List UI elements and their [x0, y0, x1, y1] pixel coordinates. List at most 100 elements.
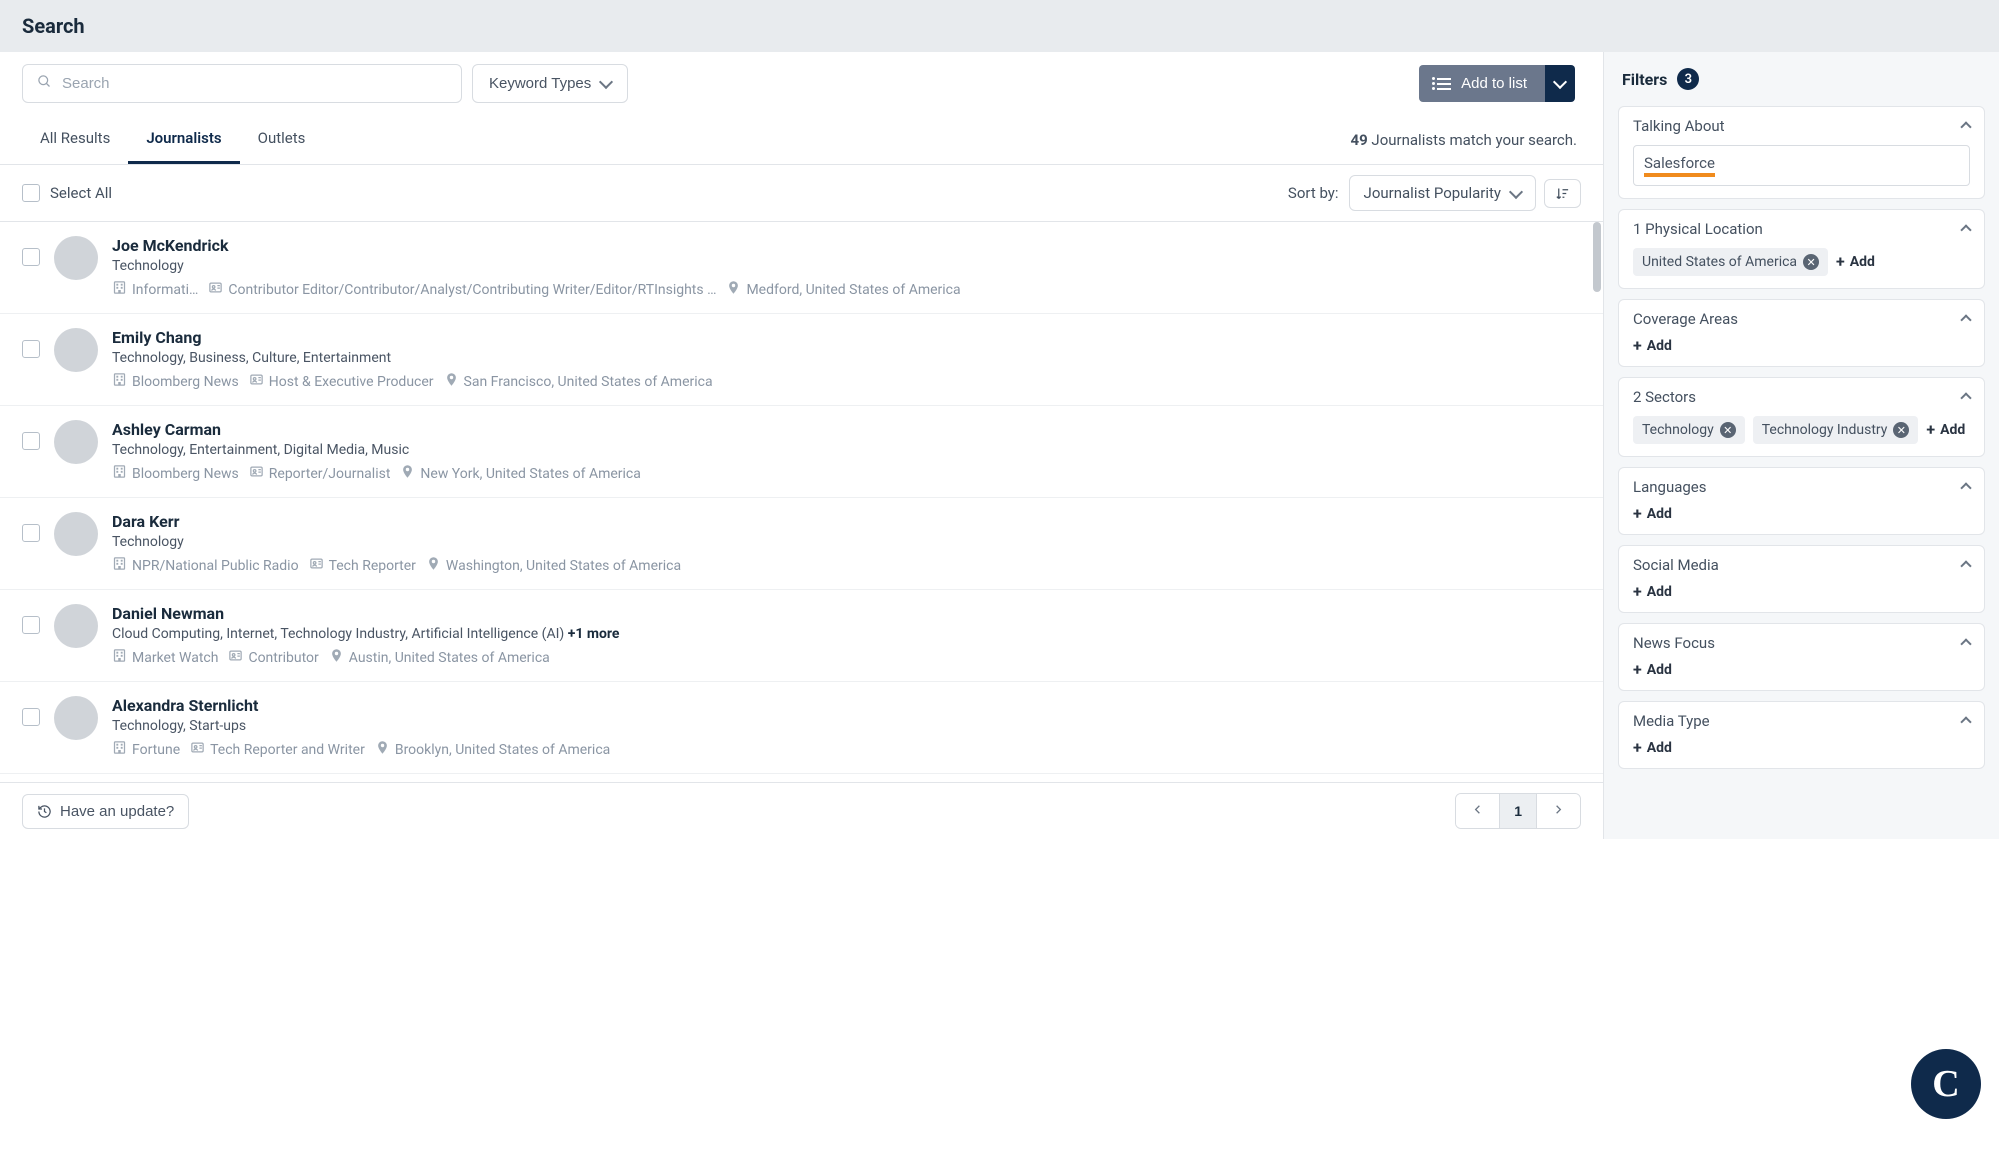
scrollbar[interactable]	[1593, 222, 1601, 292]
more-topics[interactable]: +1 more	[568, 626, 620, 642]
page-prev[interactable]	[1456, 794, 1499, 828]
filter-tag-sector: Technology Industry ✕	[1753, 416, 1919, 444]
page-next[interactable]	[1536, 794, 1580, 828]
journalist-topics: Technology, Entertainment, Digital Media…	[112, 442, 1581, 458]
add-location-button[interactable]: +Add	[1836, 254, 1875, 270]
select-all-checkbox[interactable]	[22, 184, 40, 202]
tab-outlets[interactable]: Outlets	[240, 115, 324, 164]
results-list[interactable]: Joe McKendrickTechnologyInformati…Contri…	[0, 222, 1603, 782]
avatar	[54, 420, 98, 464]
result-checkbox[interactable]	[22, 432, 40, 450]
chevron-up-icon	[1960, 121, 1971, 132]
pin-icon	[400, 464, 415, 483]
result-body: Joe McKendrickTechnologyInformati…Contri…	[112, 236, 1581, 299]
filter-location-header[interactable]: 1 Physical Location	[1619, 210, 1984, 248]
filter-news-focus-header[interactable]: News Focus	[1619, 624, 1984, 662]
result-checkbox[interactable]	[22, 708, 40, 726]
chevron-down-icon	[599, 75, 613, 89]
add-to-list-group: Add to list	[1419, 65, 1575, 102]
journalist-name[interactable]: Joe McKendrick	[112, 236, 1581, 255]
page-header: Search	[0, 0, 1999, 52]
plus-icon: +	[1926, 422, 1935, 438]
filter-news-focus: News Focus +Add	[1618, 623, 1985, 691]
filter-social-header[interactable]: Social Media	[1619, 546, 1984, 584]
chevron-up-icon	[1960, 482, 1971, 493]
result-checkbox[interactable]	[22, 616, 40, 634]
location: Austin, United States of America	[329, 648, 550, 667]
add-coverage-button[interactable]: +Add	[1633, 338, 1970, 354]
outlet: NPR/National Public Radio	[112, 556, 299, 575]
result-row[interactable]: Ashley Carman Technology, Entertainment, …	[0, 406, 1603, 498]
search-box[interactable]	[22, 64, 462, 103]
result-checkbox[interactable]	[22, 524, 40, 542]
add-social-button[interactable]: +Add	[1633, 584, 1970, 600]
building-icon	[112, 556, 127, 575]
filter-talking-about: Talking About Salesforce	[1618, 106, 1985, 199]
help-fab[interactable]: C	[1911, 1049, 1981, 1119]
journalist-topics: Technology, Start-ups	[112, 718, 1581, 734]
page-1[interactable]: 1	[1499, 794, 1536, 828]
remove-tag-icon[interactable]: ✕	[1893, 422, 1909, 438]
result-row[interactable]: Dara Kerr Technology NPR/National Public R…	[0, 498, 1603, 590]
journalist-topics: Technology	[112, 534, 1581, 550]
sort-icon	[1555, 186, 1570, 201]
filters-panel: Filters 3 Talking About Salesforce 1 Phy…	[1604, 52, 1999, 839]
tab-journalists[interactable]: Journalists	[128, 115, 239, 164]
add-to-list-dropdown[interactable]	[1545, 65, 1575, 102]
footer: Have an update? 1	[0, 782, 1603, 839]
filter-talking-about-header[interactable]: Talking About	[1619, 107, 1984, 145]
filter-coverage-header[interactable]: Coverage Areas	[1619, 300, 1984, 338]
chevron-up-icon	[1960, 224, 1971, 235]
outlet: Informati…	[112, 280, 198, 299]
outlet: Bloomberg News	[112, 372, 239, 391]
avatar	[54, 512, 98, 556]
chevron-up-icon	[1960, 392, 1971, 403]
filter-physical-location: 1 Physical Location United States of Ame…	[1618, 209, 1985, 289]
result-checkbox[interactable]	[22, 340, 40, 358]
result-body: Dara Kerr Technology NPR/National Public R…	[112, 512, 1581, 575]
filter-media-type-header[interactable]: Media Type	[1619, 702, 1984, 740]
avatar	[54, 604, 98, 648]
have-an-update-button[interactable]: Have an update?	[22, 794, 189, 829]
location: Medford, United States of America	[726, 280, 960, 299]
add-sector-button[interactable]: +Add	[1926, 422, 1965, 438]
journalist-name[interactable]: Dara Kerr	[112, 512, 1581, 531]
journalist-name[interactable]: Emily Chang	[112, 328, 1581, 347]
id-card-icon	[249, 372, 264, 391]
add-media-type-button[interactable]: +Add	[1633, 740, 1970, 756]
journalist-name[interactable]: Ashley Carman	[112, 420, 1581, 439]
filter-coverage-areas: Coverage Areas +Add	[1618, 299, 1985, 367]
talking-about-input[interactable]: Salesforce	[1633, 145, 1970, 186]
result-checkbox[interactable]	[22, 248, 40, 266]
filter-tag-sector: Technology ✕	[1633, 416, 1745, 444]
add-news-focus-button[interactable]: +Add	[1633, 662, 1970, 678]
result-body: Ashley Carman Technology, Entertainment, …	[112, 420, 1581, 483]
result-row[interactable]: Joe McKendrickTechnologyInformati…Contri…	[0, 222, 1603, 314]
journalist-name[interactable]: Alexandra Sternlicht	[112, 696, 1581, 715]
role: Tech Reporter	[309, 556, 416, 575]
filter-media-type: Media Type +Add	[1618, 701, 1985, 769]
result-row[interactable]: Daniel NewmanCloud Computing, Internet, …	[0, 590, 1603, 682]
journalist-name[interactable]: Daniel Newman	[112, 604, 1581, 623]
keyword-types-dropdown[interactable]: Keyword Types	[472, 64, 628, 103]
remove-tag-icon[interactable]: ✕	[1803, 254, 1819, 270]
chevron-down-icon	[1553, 75, 1567, 89]
filter-languages-header[interactable]: Languages	[1619, 468, 1984, 506]
tab-all-results[interactable]: All Results	[22, 115, 128, 164]
filter-sectors-header[interactable]: 2 Sectors	[1619, 378, 1984, 416]
add-language-button[interactable]: +Add	[1633, 506, 1970, 522]
plus-icon: +	[1633, 338, 1642, 354]
result-row[interactable]: Alexandra Sternlicht Technology, Start-up…	[0, 682, 1603, 774]
sort-select[interactable]: Journalist Popularity	[1349, 175, 1536, 211]
result-row[interactable]: Emily ChangTechnology, Business, Culture…	[0, 314, 1603, 406]
building-icon	[112, 464, 127, 483]
result-body: Alexandra Sternlicht Technology, Start-up…	[112, 696, 1581, 759]
sort-direction-button[interactable]	[1544, 179, 1581, 208]
add-to-list-button[interactable]: Add to list	[1419, 65, 1545, 102]
pin-icon	[726, 280, 741, 299]
search-input[interactable]	[62, 75, 447, 92]
chevron-up-icon	[1960, 560, 1971, 571]
id-card-icon	[309, 556, 324, 575]
remove-tag-icon[interactable]: ✕	[1720, 422, 1736, 438]
result-body: Emily ChangTechnology, Business, Culture…	[112, 328, 1581, 391]
